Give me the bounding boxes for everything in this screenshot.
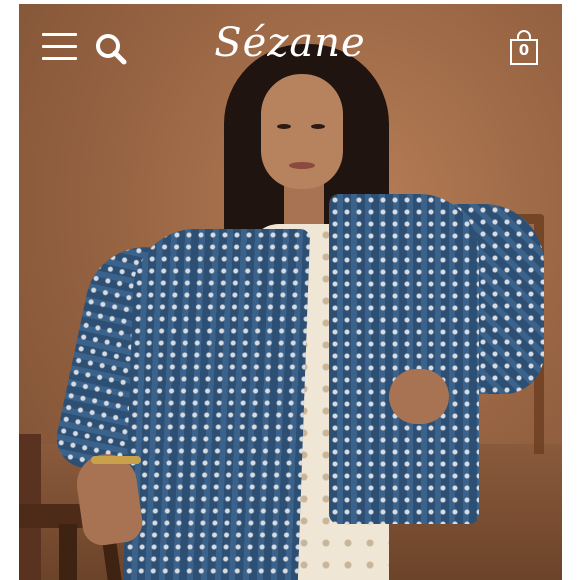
product-hero-image[interactable] [19,4,562,580]
shopping-bag-icon[interactable]: 0 [508,30,540,66]
brand-logo[interactable]: Sézane [200,20,380,66]
cart-count: 0 [518,41,530,59]
search-icon[interactable] [95,33,127,65]
jacket-panel-right [329,194,479,524]
jacket-panel-left [122,229,311,580]
model-eye [311,124,325,129]
model-face [261,74,343,189]
menu-icon[interactable] [42,33,77,63]
model-hand-right [389,369,449,424]
gold-bracelet [91,456,141,464]
model-eye [277,124,291,129]
stool-leg [59,524,77,580]
model-lips [289,162,315,169]
